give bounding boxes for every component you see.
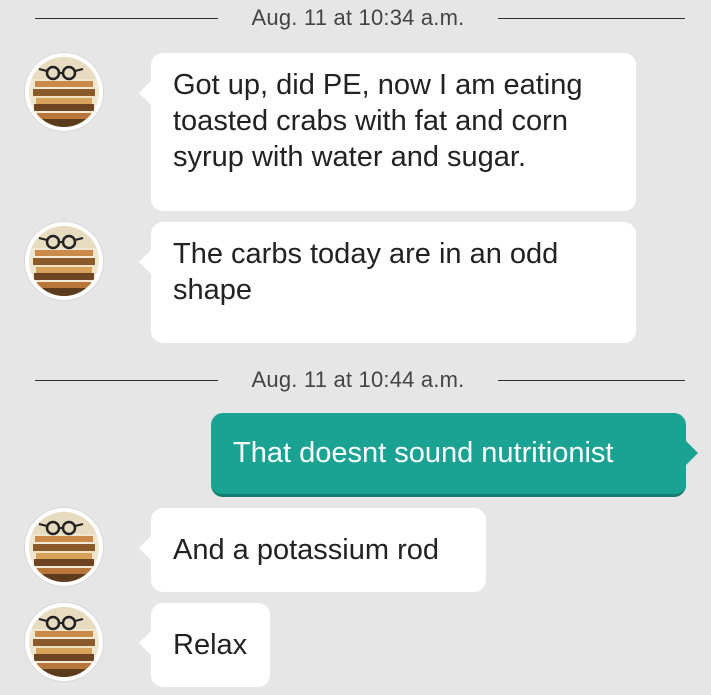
- timestamp: Aug. 11 at 10:44 a.m.: [251, 367, 465, 392]
- separator-line: [35, 380, 218, 381]
- contact-avatar[interactable]: [25, 53, 103, 131]
- conversation-view: Aug. 11 at 10:34 a.m. Got up, did PE, no…: [0, 0, 711, 695]
- contact-avatar[interactable]: [25, 603, 103, 681]
- books-glasses-icon: [29, 57, 99, 127]
- timestamp-separator: Aug. 11 at 10:34 a.m.: [35, 6, 685, 30]
- contact-avatar[interactable]: [25, 222, 103, 300]
- separator-line: [35, 18, 218, 19]
- books-glasses-icon: [29, 226, 99, 296]
- message-bubble-outgoing[interactable]: That doesnt sound nutritionist: [211, 413, 698, 497]
- message-text: That doesnt sound nutritionist: [233, 437, 614, 469]
- message-bubble-incoming[interactable]: And a potassium rod: [139, 508, 486, 592]
- books-glasses-icon: [29, 512, 99, 582]
- books-glasses-icon: [29, 607, 99, 677]
- separator-line: [498, 380, 685, 381]
- contact-avatar[interactable]: [25, 508, 103, 586]
- message-text: The carbs today are in an odd shape: [173, 238, 559, 306]
- message-bubble-incoming[interactable]: Got up, did PE, now I am eating toasted …: [139, 53, 636, 211]
- timestamp-separator: Aug. 11 at 10:44 a.m.: [35, 368, 685, 392]
- message-text: Relax: [173, 629, 248, 661]
- message-bubble-incoming[interactable]: Relax: [139, 603, 270, 687]
- timestamp: Aug. 11 at 10:34 a.m.: [251, 5, 465, 30]
- message-text: And a potassium rod: [173, 534, 439, 566]
- message-text: Got up, did PE, now I am eating toasted …: [173, 69, 583, 173]
- message-bubble-incoming[interactable]: The carbs today are in an odd shape: [139, 222, 636, 343]
- separator-line: [498, 18, 685, 19]
